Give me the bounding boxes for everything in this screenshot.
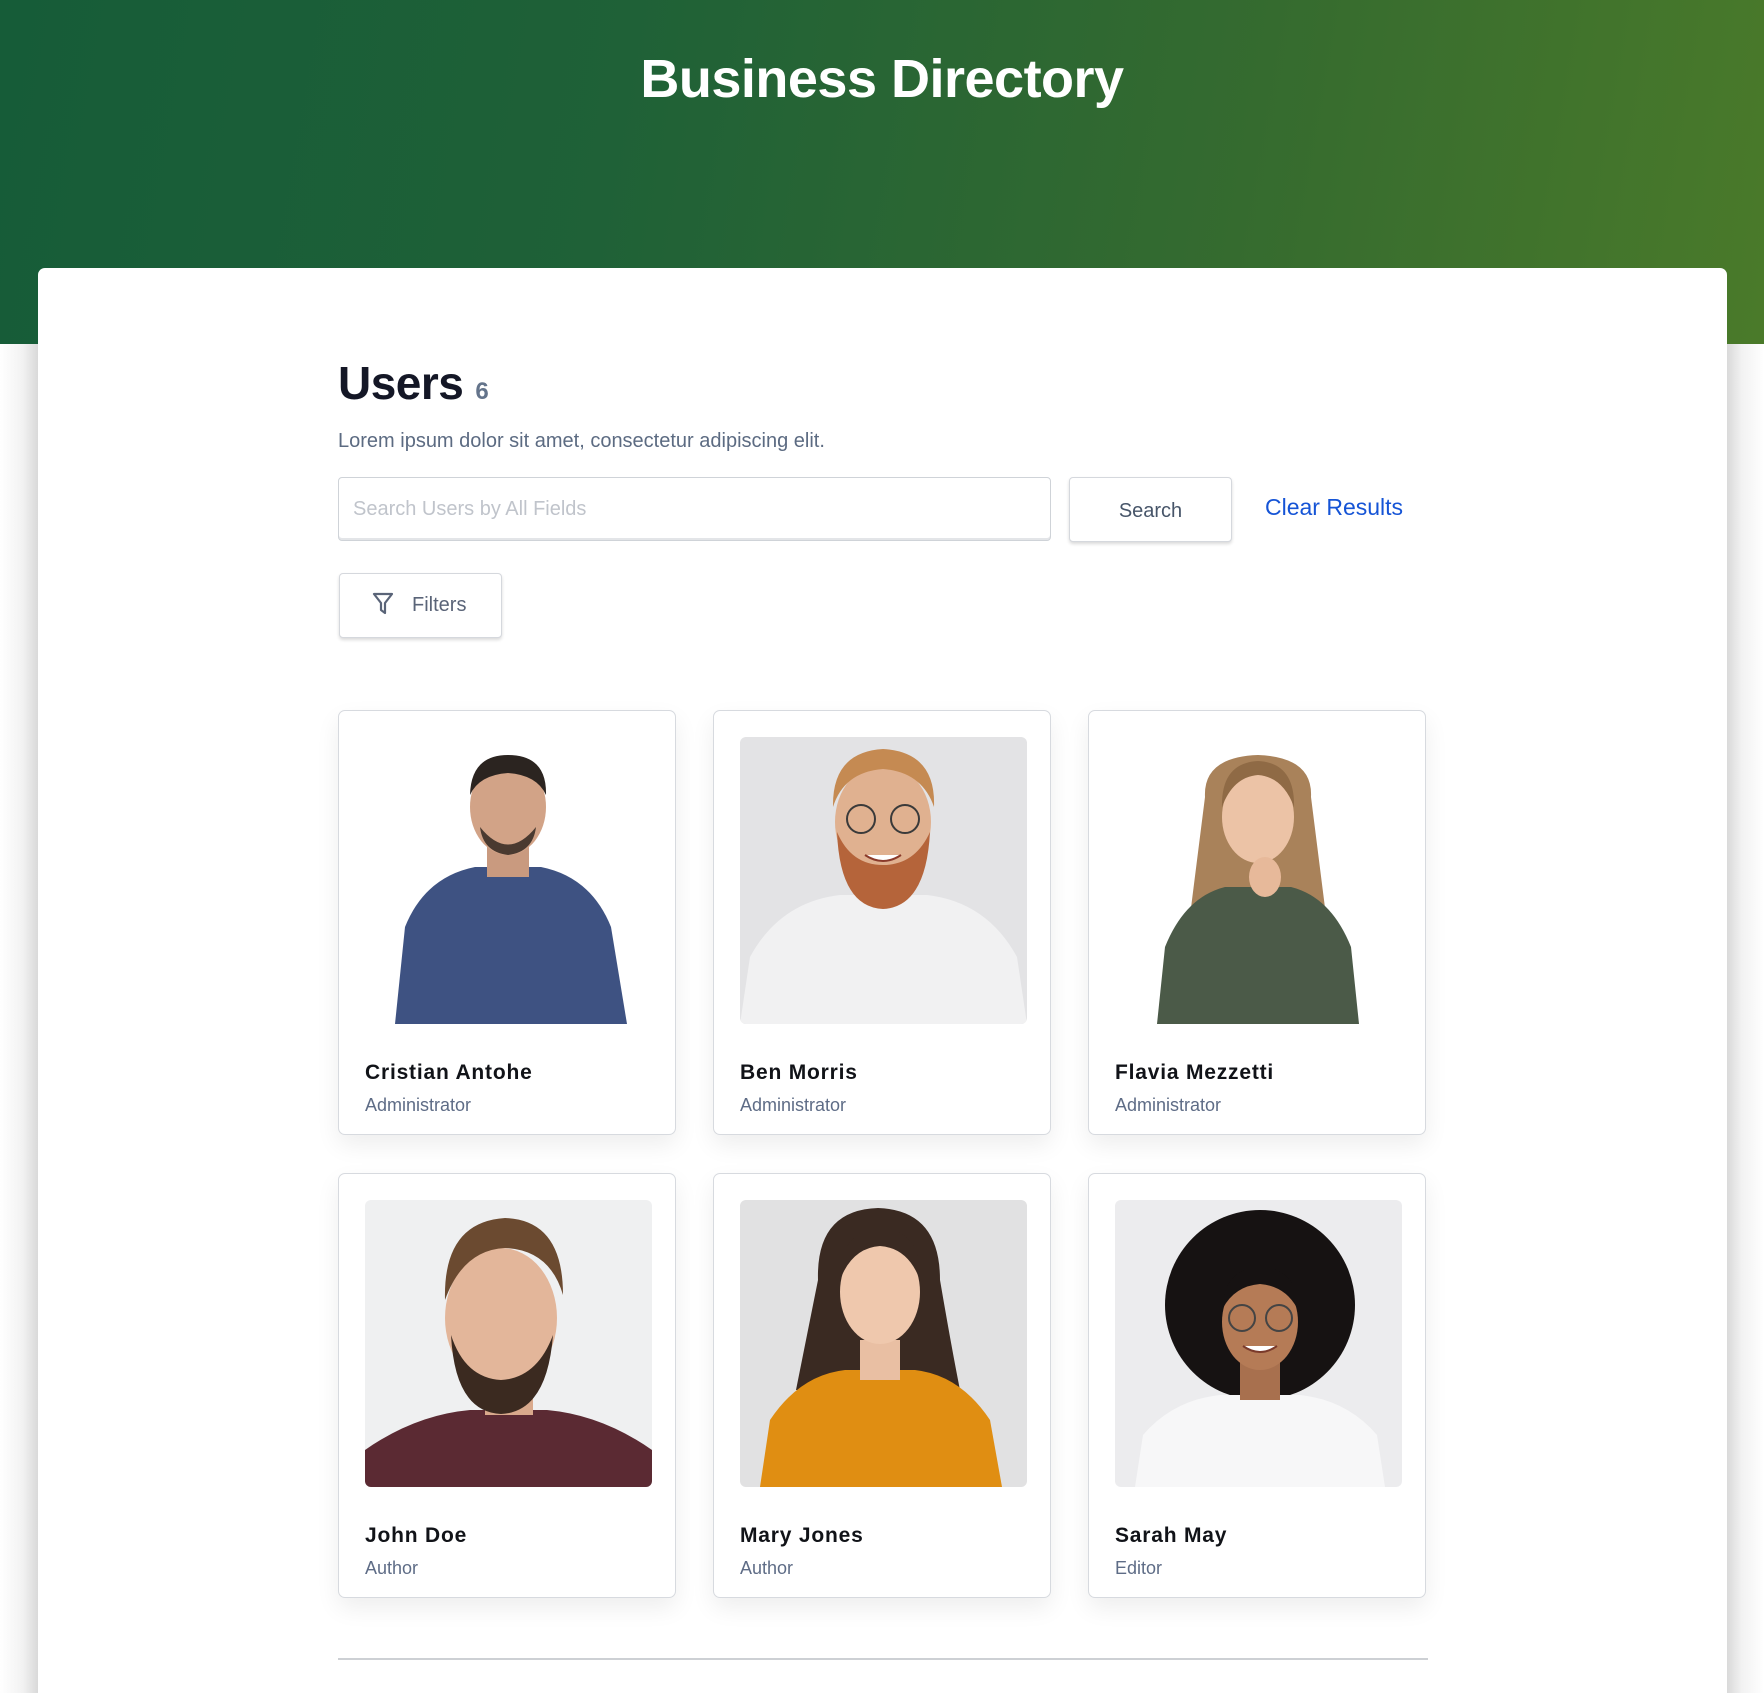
user-name: Mary Jones (740, 1524, 864, 1547)
user-photo (365, 737, 652, 1024)
user-photo (740, 737, 1027, 1024)
user-photo (1115, 737, 1402, 1024)
user-card[interactable]: Cristian Antohe Administrator (338, 710, 676, 1135)
left-gutter (0, 344, 38, 1693)
filters-button[interactable]: Filters (339, 573, 502, 638)
user-role: Author (365, 1558, 419, 1578)
section-title: Users (338, 357, 464, 409)
user-name: Ben Morris (740, 1061, 858, 1084)
user-count-badge: 6 (475, 378, 489, 405)
user-name: Flavia Mezzetti (1115, 1061, 1275, 1084)
content-panel: Users 6 Lorem ipsum dolor sit amet, cons… (38, 268, 1727, 1693)
search-button[interactable]: Search (1069, 477, 1232, 542)
user-name: Sarah May (1115, 1524, 1228, 1547)
section-heading: Users 6 (338, 356, 489, 410)
user-photo (740, 1200, 1027, 1487)
right-gutter (1727, 344, 1764, 1693)
user-name: John Doe (365, 1524, 468, 1547)
user-card[interactable]: Sarah May Editor (1088, 1173, 1426, 1598)
user-photo (365, 1200, 652, 1487)
section-description: Lorem ipsum dolor sit amet, consectetur … (338, 430, 825, 452)
user-name: Cristian Antohe (365, 1061, 533, 1084)
user-role: Editor (1115, 1558, 1163, 1578)
user-role: Administrator (1115, 1095, 1222, 1115)
user-card[interactable]: Flavia Mezzetti Administrator (1088, 710, 1426, 1135)
user-role: Administrator (740, 1095, 847, 1115)
section-divider (338, 1658, 1428, 1660)
filter-funnel-icon (372, 592, 394, 619)
user-role: Administrator (365, 1095, 472, 1115)
clear-results-link[interactable]: Clear Results (1265, 494, 1403, 521)
user-card[interactable]: Mary Jones Author (713, 1173, 1051, 1598)
user-photo (1115, 1200, 1402, 1487)
search-input[interactable] (338, 477, 1051, 541)
user-role: Author (740, 1558, 794, 1578)
filters-label: Filters (412, 594, 467, 616)
user-card[interactable]: John Doe Author (338, 1173, 676, 1598)
user-card[interactable]: Ben Morris Administrator (713, 710, 1051, 1135)
page-title: Business Directory (640, 49, 1124, 109)
